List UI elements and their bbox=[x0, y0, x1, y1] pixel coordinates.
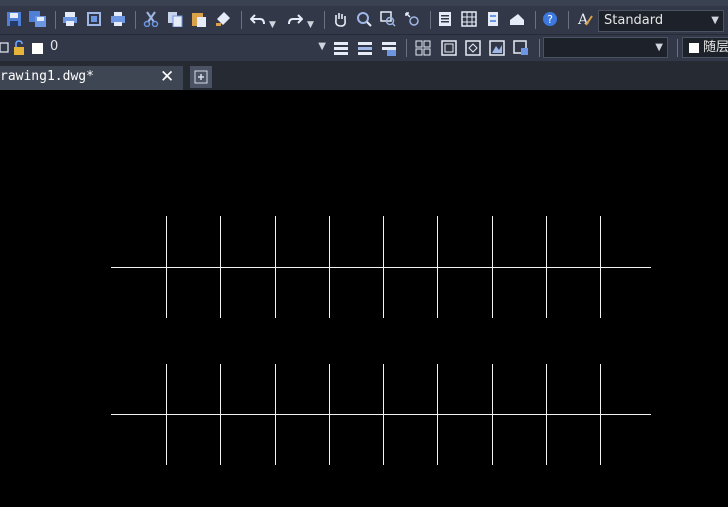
layer-previous-icon[interactable] bbox=[356, 39, 374, 57]
standard-toolbar: ▼ ▼ ? A Standard ▼ bbox=[0, 6, 728, 35]
svg-text:?: ? bbox=[547, 13, 553, 26]
new-tab-icon bbox=[194, 70, 208, 84]
zoom-window-icon[interactable] bbox=[379, 10, 397, 28]
text-style-icon[interactable]: A bbox=[576, 10, 594, 28]
drawing-area[interactable] bbox=[0, 90, 728, 503]
undo-icon[interactable] bbox=[249, 10, 267, 28]
chevron-down-icon: ▼ bbox=[655, 42, 663, 53]
polygonal-viewport-icon[interactable] bbox=[464, 39, 482, 57]
clip-viewport-icon[interactable] bbox=[512, 39, 530, 57]
redo-dropdown-icon[interactable]: ▼ bbox=[307, 20, 314, 30]
toolbar-separator bbox=[241, 11, 242, 29]
object-viewport-icon[interactable] bbox=[488, 39, 506, 57]
redo-icon[interactable] bbox=[286, 10, 304, 28]
design-center-icon[interactable] bbox=[460, 10, 478, 28]
text-style-value: Standard bbox=[604, 13, 664, 28]
drawing-canvas[interactable] bbox=[0, 90, 728, 503]
viewports-icon[interactable] bbox=[414, 39, 432, 57]
tool-palettes-icon[interactable] bbox=[484, 10, 502, 28]
toolbar-separator bbox=[568, 11, 569, 29]
layer-color-swatch[interactable] bbox=[31, 42, 43, 54]
cut-icon[interactable] bbox=[142, 10, 160, 28]
layer-isolate-icon[interactable] bbox=[380, 39, 398, 57]
match-properties-icon[interactable] bbox=[214, 10, 232, 28]
publish-icon[interactable] bbox=[109, 10, 127, 28]
layer-properties-icon[interactable] bbox=[332, 39, 350, 57]
properties-icon[interactable] bbox=[436, 10, 454, 28]
layer-select[interactable]: 0 ▼ bbox=[46, 37, 330, 59]
toolbar-separator bbox=[430, 11, 431, 29]
sheet-set-icon[interactable] bbox=[508, 10, 526, 28]
zoom-previous-icon[interactable] bbox=[403, 10, 421, 28]
layer-state-icon[interactable] bbox=[0, 40, 10, 56]
single-viewport-icon[interactable] bbox=[440, 39, 458, 57]
color-swatch bbox=[689, 43, 699, 53]
toolbar-separator bbox=[539, 39, 540, 57]
layer-value: 0 bbox=[50, 39, 59, 54]
paste-icon[interactable] bbox=[190, 10, 208, 28]
color-select[interactable]: 随层 bbox=[682, 37, 728, 58]
toolbar-separator bbox=[55, 11, 56, 29]
new-tab-button[interactable] bbox=[190, 66, 212, 88]
copy-icon[interactable] bbox=[166, 10, 184, 28]
plot-preview-icon[interactable] bbox=[85, 10, 103, 28]
zoom-realtime-icon[interactable] bbox=[355, 10, 373, 28]
toolbar-separator bbox=[406, 39, 407, 57]
save-all-icon[interactable] bbox=[29, 10, 47, 28]
toolbar-separator bbox=[677, 39, 678, 57]
toolbar-separator bbox=[135, 11, 136, 29]
chevron-down-icon: ▼ bbox=[711, 15, 719, 26]
linetype-select[interactable]: ▼ bbox=[543, 37, 668, 58]
pan-icon[interactable] bbox=[331, 10, 349, 28]
layers-toolbar: 0 ▼ ▼ 随层 bbox=[0, 35, 728, 61]
color-value: 随层 bbox=[703, 40, 728, 55]
save-icon[interactable] bbox=[5, 10, 23, 28]
help-icon[interactable]: ? bbox=[541, 10, 559, 28]
lock-icon[interactable] bbox=[12, 39, 28, 57]
document-tab-label: rawing1.dwg* bbox=[0, 69, 94, 84]
toolbar-separator bbox=[324, 11, 325, 29]
close-icon[interactable]: ✕ bbox=[160, 67, 174, 87]
chevron-down-icon: ▼ bbox=[318, 41, 326, 52]
toolbar-separator bbox=[535, 11, 536, 29]
print-icon[interactable] bbox=[61, 10, 79, 28]
text-style-select[interactable]: Standard ▼ bbox=[598, 10, 724, 32]
undo-dropdown-icon[interactable]: ▼ bbox=[269, 20, 276, 30]
